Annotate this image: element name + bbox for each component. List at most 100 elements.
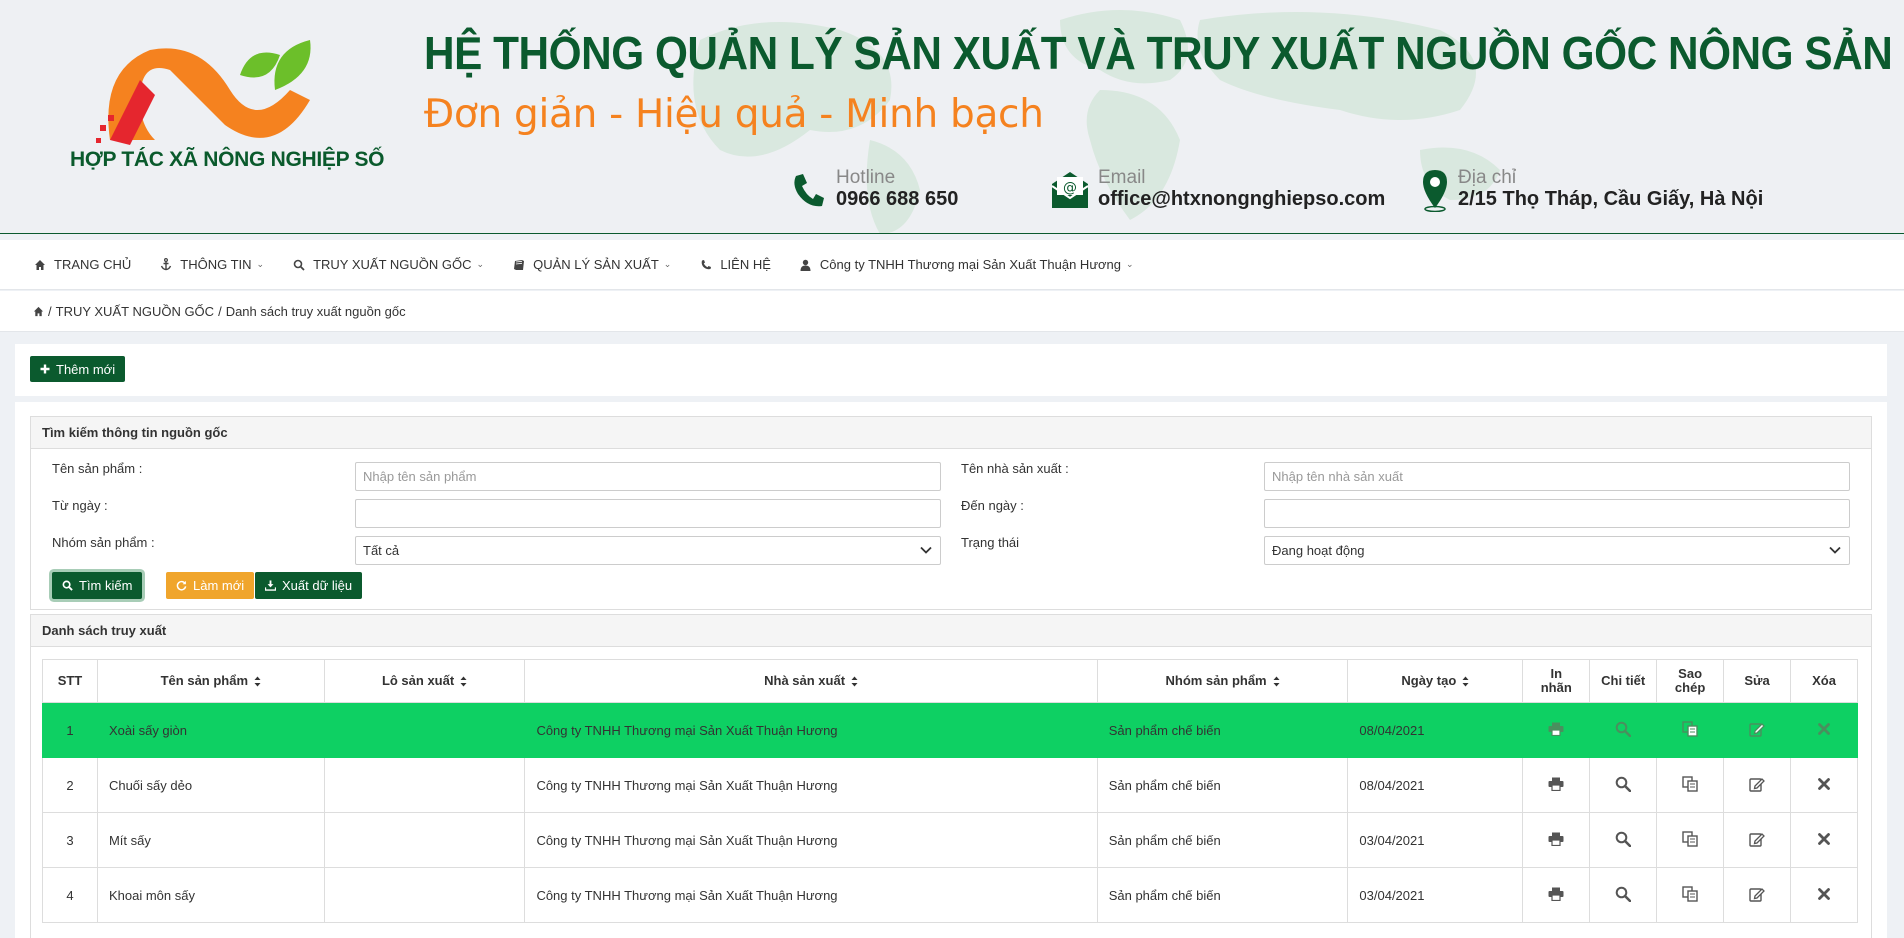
from-date-input[interactable] <box>355 499 941 528</box>
status-select[interactable]: Đang hoạt động <box>1264 536 1850 565</box>
delete-icon[interactable] <box>1818 722 1830 735</box>
cell-batch <box>323 812 526 868</box>
to-date-input[interactable] <box>1264 499 1850 528</box>
edit-icon[interactable] <box>1749 886 1765 902</box>
table-row[interactable]: 4 Khoai môn sấy Công ty TNHH Thương mại Sả… <box>42 867 1858 923</box>
col-group[interactable]: Nhóm sản phẩm <box>1096 659 1349 703</box>
producer-input[interactable]: Nhập tên nhà sản xuất <box>1264 462 1850 491</box>
cell-group: Sản phẩm chế biến <box>1096 702 1349 758</box>
email-block: @ Email office@htxnongnghiepso.com <box>1050 168 1385 212</box>
print-label-icon[interactable] <box>1548 777 1564 791</box>
cell-stt: 3 <box>42 812 98 868</box>
view-detail-icon[interactable] <box>1615 831 1632 847</box>
cell-product: Xoài sấy giòn <box>96 702 325 758</box>
traceability-table: STT Tên sản phẩm Lô sản xuất Nhà sản xuấ… <box>42 659 1858 923</box>
print-label-icon[interactable] <box>1548 832 1564 846</box>
chevron-down-icon: ⌄ <box>663 259 672 269</box>
table-row[interactable]: 1 Xoài sấy giòn Công ty TNHH Thương mại Sả… <box>42 702 1858 758</box>
cell-producer: Công ty TNHH Thương mại Sản Xuất Thuận H… <box>524 757 1098 813</box>
nav-contact[interactable]: LIÊN HỆ <box>699 257 771 272</box>
nav-info[interactable]: THÔNG TIN ⌄ <box>159 257 264 272</box>
refresh-icon <box>176 580 187 591</box>
cell-group: Sản phẩm chế biến <box>1096 867 1349 923</box>
copy-icon[interactable] <box>1682 775 1698 792</box>
hotline-block: Hotline 0966 688 650 <box>788 168 958 212</box>
cell-producer: Công ty TNHH Thương mại Sản Xuất Thuận H… <box>524 812 1098 868</box>
view-detail-icon[interactable] <box>1615 721 1632 737</box>
breadcrumb-separator: / <box>48 303 52 319</box>
nav-account-label: Công ty TNHH Thương mại Sản Xuất Thuận H… <box>819 257 1122 272</box>
table-body: 1 Xoài sấy giòn Công ty TNHH Thương mại Sả… <box>42 702 1858 923</box>
product-name-input[interactable]: Nhập tên sản phẩm <box>355 462 941 491</box>
breadcrumb-section[interactable]: TRUY XUẤT NGUỒN GỐC <box>56 304 214 319</box>
col-producer[interactable]: Nhà sản xuất <box>524 659 1098 703</box>
print-label-icon[interactable] <box>1548 722 1564 736</box>
edit-icon[interactable] <box>1749 721 1765 737</box>
anchor-icon <box>159 258 173 272</box>
book-icon <box>512 258 526 272</box>
table-row[interactable]: 3 Mít sấy Công ty TNHH Thương mại Sản Xuất… <box>42 812 1858 868</box>
plus-icon <box>40 364 50 374</box>
view-detail-icon[interactable] <box>1615 886 1632 902</box>
copy-icon[interactable] <box>1682 885 1698 902</box>
export-button[interactable]: Xuất dữ liệu <box>255 572 363 599</box>
add-new-button[interactable]: Thêm mới <box>30 356 126 382</box>
home-icon <box>33 258 47 272</box>
address-label: Địa chỉ <box>1458 167 1517 188</box>
view-detail-icon[interactable] <box>1615 776 1632 792</box>
add-new-label: Thêm mới <box>56 361 116 377</box>
search-icon <box>292 258 306 272</box>
nav-account[interactable]: Công ty TNHH Thương mại Sản Xuất Thuận H… <box>799 257 1134 272</box>
edit-icon[interactable] <box>1749 776 1765 792</box>
slogan: Đơn giản - Hiệu quả - Minh bạch <box>424 92 1044 137</box>
copy-icon[interactable] <box>1682 830 1698 847</box>
delete-icon[interactable] <box>1818 777 1830 790</box>
reset-button[interactable]: Làm mới <box>166 572 255 599</box>
header-banner: HỢP TÁC XÃ NÔNG NGHIỆP SỐ HỆ THỐNG QUẢN … <box>0 0 1904 234</box>
copy-icon[interactable] <box>1682 720 1698 737</box>
col-product[interactable]: Tên sản phẩm <box>96 659 325 703</box>
chevron-down-icon: ⌄ <box>256 259 265 269</box>
col-print: In nhãn <box>1522 659 1591 703</box>
main-nav: TRANG CHỦ THÔNG TIN ⌄ TRUY XUẤT NGUỒN GỐ… <box>0 240 1904 290</box>
nav-traceability[interactable]: TRUY XUẤT NGUỒN GỐC ⌄ <box>292 257 484 272</box>
from-date-label: Từ ngày : <box>52 498 108 513</box>
cell-producer: Công ty TNHH Thương mại Sản Xuất Thuận H… <box>524 867 1098 923</box>
cell-product: Chuối sấy dẻo <box>96 757 325 813</box>
delete-icon[interactable] <box>1818 832 1830 845</box>
col-copy: Sao chép <box>1656 659 1725 703</box>
home-icon[interactable] <box>33 306 44 317</box>
cell-created: 03/04/2021 <box>1347 867 1524 923</box>
address-block: Địa chỉ 2/15 Thọ Tháp, Cầu Giấy, Hà Nội <box>1420 168 1763 212</box>
col-created[interactable]: Ngày tạo <box>1347 659 1524 703</box>
edit-icon[interactable] <box>1749 831 1765 847</box>
user-icon <box>799 258 813 272</box>
email-label: Email <box>1098 167 1146 188</box>
sort-icon <box>254 676 261 687</box>
producer-label: Tên nhà sản xuất : <box>961 461 1069 476</box>
cell-group: Sản phẩm chế biến <box>1096 757 1349 813</box>
search-panel-title: Tìm kiếm thông tin nguồn gốc <box>31 417 1871 449</box>
chevron-down-icon: ⌄ <box>1126 259 1134 269</box>
chevron-down-icon <box>1829 546 1841 554</box>
address-value: 2/15 Thọ Tháp, Cầu Giấy, Hà Nội <box>1458 188 1764 210</box>
print-label-icon[interactable] <box>1548 887 1564 901</box>
cell-product: Mít sấy <box>96 812 325 868</box>
cell-created: 08/04/2021 <box>1347 702 1524 758</box>
cell-created: 08/04/2021 <box>1347 757 1524 813</box>
cell-batch <box>323 702 526 758</box>
search-button[interactable]: Tìm kiếm <box>52 572 143 599</box>
cell-stt: 4 <box>42 867 98 923</box>
nav-production[interactable]: QUẢN LÝ SẢN XUẤT ⌄ <box>512 257 671 272</box>
delete-icon[interactable] <box>1818 887 1830 900</box>
sort-icon <box>1273 676 1280 687</box>
product-group-select[interactable]: Tất cả <box>355 536 941 565</box>
nav-home[interactable]: TRANG CHỦ <box>33 257 131 272</box>
col-batch[interactable]: Lô sản xuất <box>323 659 526 703</box>
table-row[interactable]: 2 Chuối sấy dẻo Công ty TNHH Thương mại Sả… <box>42 757 1858 813</box>
breadcrumb-page: Danh sách truy xuất nguồn gốc <box>225 303 406 319</box>
breadcrumb: / TRUY XUẤT NGUỒN GỐC / Danh sách truy x… <box>0 291 1904 332</box>
chevron-down-icon <box>920 546 932 554</box>
cell-product: Khoai môn sấy <box>96 867 325 923</box>
reset-button-label: Làm mới <box>193 578 245 593</box>
